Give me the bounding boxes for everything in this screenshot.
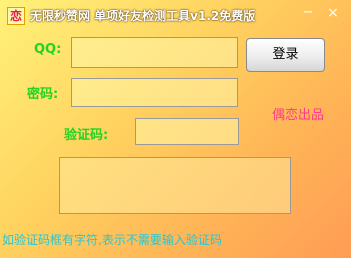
- password-input[interactable]: [71, 78, 238, 107]
- window-title: 无限秒赞网 单项好友检测工具v1.2免费版: [30, 9, 256, 23]
- password-label: 密码:: [27, 87, 59, 102]
- qq-label: QQ:: [34, 42, 62, 57]
- minimize-button[interactable]: −: [296, 3, 320, 23]
- app-icon: 恋: [7, 7, 25, 25]
- close-button[interactable]: ×: [321, 3, 345, 23]
- login-button[interactable]: 登录: [246, 38, 325, 72]
- brand-label: 偶恋出品: [272, 108, 325, 123]
- captcha-label: 验证码:: [64, 128, 109, 143]
- captcha-tip: 如验证码框有字符,表示不需要输入验证码: [2, 233, 222, 247]
- app-window: 恋 无限秒赞网 单项好友检测工具v1.2免费版 − × QQ: 密码: 登录 偶…: [0, 0, 351, 258]
- title-bar[interactable]: 恋 无限秒赞网 单项好友检测工具v1.2免费版 − ×: [0, 0, 351, 30]
- qq-input[interactable]: [71, 37, 238, 68]
- info-text-box[interactable]: [59, 157, 291, 214]
- captcha-input[interactable]: [135, 118, 239, 145]
